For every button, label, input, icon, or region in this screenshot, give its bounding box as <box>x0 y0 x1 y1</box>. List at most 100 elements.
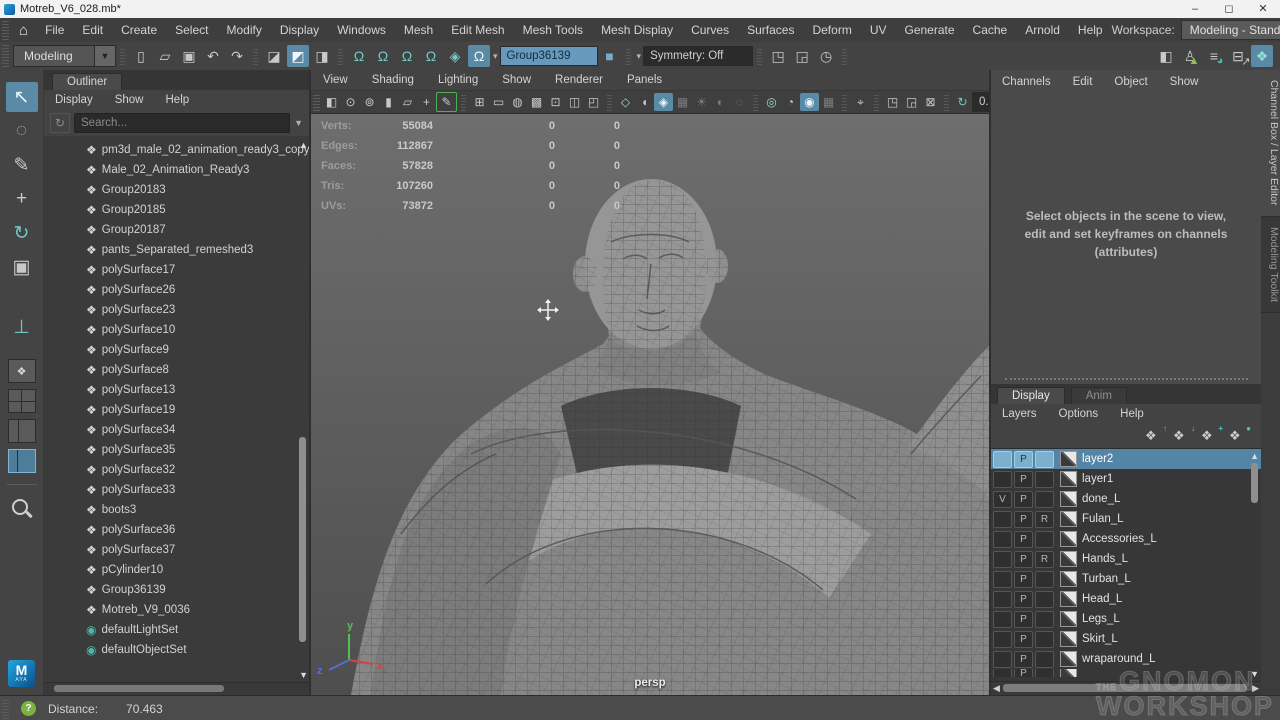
screen-capture-icon[interactable]: ⊠ <box>921 93 940 111</box>
new-scene-icon[interactable]: ▯ <box>130 45 152 67</box>
layer-color-swatch[interactable] <box>1060 471 1077 487</box>
layer-menu-help[interactable]: Help <box>1109 408 1155 420</box>
visibility-toggle[interactable] <box>993 511 1012 528</box>
channel-speed-icon[interactable]: ◕ <box>1212 54 1228 68</box>
side-tab-channel-box-layer-editor[interactable]: Channel Box / Layer Editor <box>1261 70 1280 217</box>
layer-color-swatch[interactable] <box>1060 571 1077 587</box>
outliner-vertical-scrollbar[interactable]: ▲ ▼ <box>297 140 308 680</box>
menu-display[interactable]: Display <box>271 23 328 37</box>
drag-grip[interactable] <box>2 20 9 39</box>
playback-toggle[interactable]: P <box>1014 651 1033 668</box>
snap-projected-center-icon[interactable]: Ω <box>420 45 442 67</box>
menu-generate[interactable]: Generate <box>895 23 963 37</box>
layer-row[interactable]: P <box>991 669 1261 677</box>
make-live-icon[interactable]: ◈ <box>444 45 466 67</box>
outliner-item[interactable]: ❖polySurface23 <box>44 300 309 320</box>
menu-help[interactable]: Help <box>1069 23 1112 37</box>
wireframe-on-shaded-icon[interactable]: ◈ <box>654 93 673 111</box>
output-connections-icon[interactable]: ◲ <box>791 45 813 67</box>
plate-icon[interactable]: ▦ <box>819 93 838 111</box>
snap-grid-icon[interactable]: Ω <box>348 45 370 67</box>
select-component-icon[interactable]: ◨ <box>311 45 333 67</box>
layer-row[interactable]: PRHands_L <box>991 549 1261 569</box>
snap-together-icon[interactable]: Ω <box>468 45 490 67</box>
layer-row[interactable]: Player2 <box>991 449 1261 469</box>
playback-toggle[interactable]: P <box>1014 511 1033 528</box>
isolate-select-icon[interactable]: ◎ <box>762 93 781 111</box>
dropdown-caret[interactable]: ▾ <box>491 51 500 62</box>
layer-color-swatch[interactable] <box>1060 531 1077 547</box>
outliner-item[interactable]: ❖polySurface36 <box>44 520 309 540</box>
workspace-selector[interactable]: Modeling - Standard* ▼ <box>1181 20 1280 40</box>
visibility-toggle[interactable] <box>993 651 1012 668</box>
four-pane-layout-button[interactable] <box>8 389 36 413</box>
paint-select-tool-icon[interactable]: ✎ <box>6 150 38 180</box>
layer-color-swatch[interactable] <box>1060 511 1077 527</box>
resolution-gate-icon[interactable]: ◍ <box>508 93 527 111</box>
save-scene-icon[interactable]: ▣ <box>178 45 200 67</box>
reference-toggle[interactable] <box>1035 471 1054 488</box>
magnifier-icon[interactable] <box>9 497 35 523</box>
help-icon[interactable]: ? <box>21 701 36 716</box>
bookmark-icon[interactable]: ▮ <box>379 93 398 111</box>
reference-toggle[interactable]: R <box>1035 551 1054 568</box>
move-layer-down-icon[interactable]: ❖↓ <box>1173 428 1191 444</box>
layer-list[interactable]: Player2Player1VPdone_LPRFulan_LPAccessor… <box>991 448 1261 681</box>
outliner-item[interactable]: ❖Group20187 <box>44 220 309 240</box>
layer-row[interactable]: PRFulan_L <box>991 509 1261 529</box>
menu-windows[interactable]: Windows <box>328 23 395 37</box>
camera-lock-icon[interactable]: ⊙ <box>341 93 360 111</box>
scroll-down-icon[interactable]: ▼ <box>299 670 308 680</box>
outliner-item[interactable]: ❖polySurface8 <box>44 360 309 380</box>
scroll-left-icon[interactable]: ◀ <box>993 683 1000 694</box>
channel-menu-edit[interactable]: Edit <box>1062 76 1104 88</box>
layer-color-swatch[interactable] <box>1060 551 1077 567</box>
lasso-tool-icon[interactable]: ◌ <box>6 116 38 146</box>
tab-display[interactable]: Display <box>997 387 1065 404</box>
menu-deform[interactable]: Deform <box>803 23 860 37</box>
menu-cache[interactable]: Cache <box>964 23 1017 37</box>
outliner-item[interactable]: ❖Group20185 <box>44 200 309 220</box>
select-tool-icon[interactable]: ↖ <box>6 82 38 112</box>
menu-modify[interactable]: Modify <box>217 23 270 37</box>
viewport-menu-lighting[interactable]: Lighting <box>426 74 490 86</box>
outliner-list[interactable]: ❖pm3d_male_02_animation_ready3_copy1❖Mal… <box>44 136 309 682</box>
chevron-down-icon[interactable]: ▼ <box>294 118 303 128</box>
shadows-icon[interactable]: ◐ <box>711 93 730 111</box>
visibility-toggle[interactable]: V <box>993 491 1012 508</box>
playback-toggle[interactable]: P <box>1014 451 1033 468</box>
menu-mesh-tools[interactable]: Mesh Tools <box>514 23 592 37</box>
snap-curve-icon[interactable]: Ω <box>372 45 394 67</box>
reference-toggle[interactable] <box>1035 631 1054 648</box>
outliner-item[interactable]: ◉defaultObjectSet <box>44 640 309 660</box>
symmetry-field[interactable]: Symmetry: Off <box>643 46 753 66</box>
single-pane-layout-button[interactable]: ❖ <box>8 359 36 383</box>
drag-grip[interactable] <box>313 93 320 111</box>
lights-icon[interactable]: ☀ <box>692 93 711 111</box>
selection-name-field[interactable]: Group36139 <box>500 46 598 66</box>
reference-toggle[interactable] <box>1035 651 1054 668</box>
layer-menu-layers[interactable]: Layers <box>991 408 1048 420</box>
tab-anim[interactable]: Anim <box>1071 387 1127 404</box>
dropdown-caret[interactable]: ▾ <box>635 51 644 62</box>
search-input[interactable] <box>74 113 290 133</box>
scroll-up-icon[interactable]: ▲ <box>299 140 308 150</box>
channel-menu-channels[interactable]: Channels <box>991 76 1062 88</box>
film-gate-icon[interactable]: ▭ <box>489 93 508 111</box>
viewport-canvas[interactable]: y x z Verts:5508400Edges:11286700Faces:5… <box>311 114 989 695</box>
scrollbar-thumb[interactable] <box>54 685 224 692</box>
layer-vertical-scrollbar[interactable]: ▲ ▼ <box>1249 451 1260 679</box>
outliner-item[interactable]: ❖polySurface9 <box>44 340 309 360</box>
viewport-menu-view[interactable]: View <box>311 74 360 86</box>
outliner-item[interactable]: ❖pCylinder10 <box>44 560 309 580</box>
menu-mesh[interactable]: Mesh <box>395 23 442 37</box>
menu-mesh-display[interactable]: Mesh Display <box>592 23 682 37</box>
viewport-menu-show[interactable]: Show <box>490 74 543 86</box>
visibility-toggle[interactable] <box>993 531 1012 548</box>
menu-curves[interactable]: Curves <box>682 23 738 37</box>
scrollbar-thumb[interactable] <box>1251 463 1258 503</box>
visibility-toggle[interactable] <box>993 551 1012 568</box>
scrollbar-thumb[interactable] <box>299 437 306 642</box>
undo-icon[interactable]: ↶ <box>202 45 224 67</box>
textured-icon[interactable]: ▦ <box>673 93 692 111</box>
